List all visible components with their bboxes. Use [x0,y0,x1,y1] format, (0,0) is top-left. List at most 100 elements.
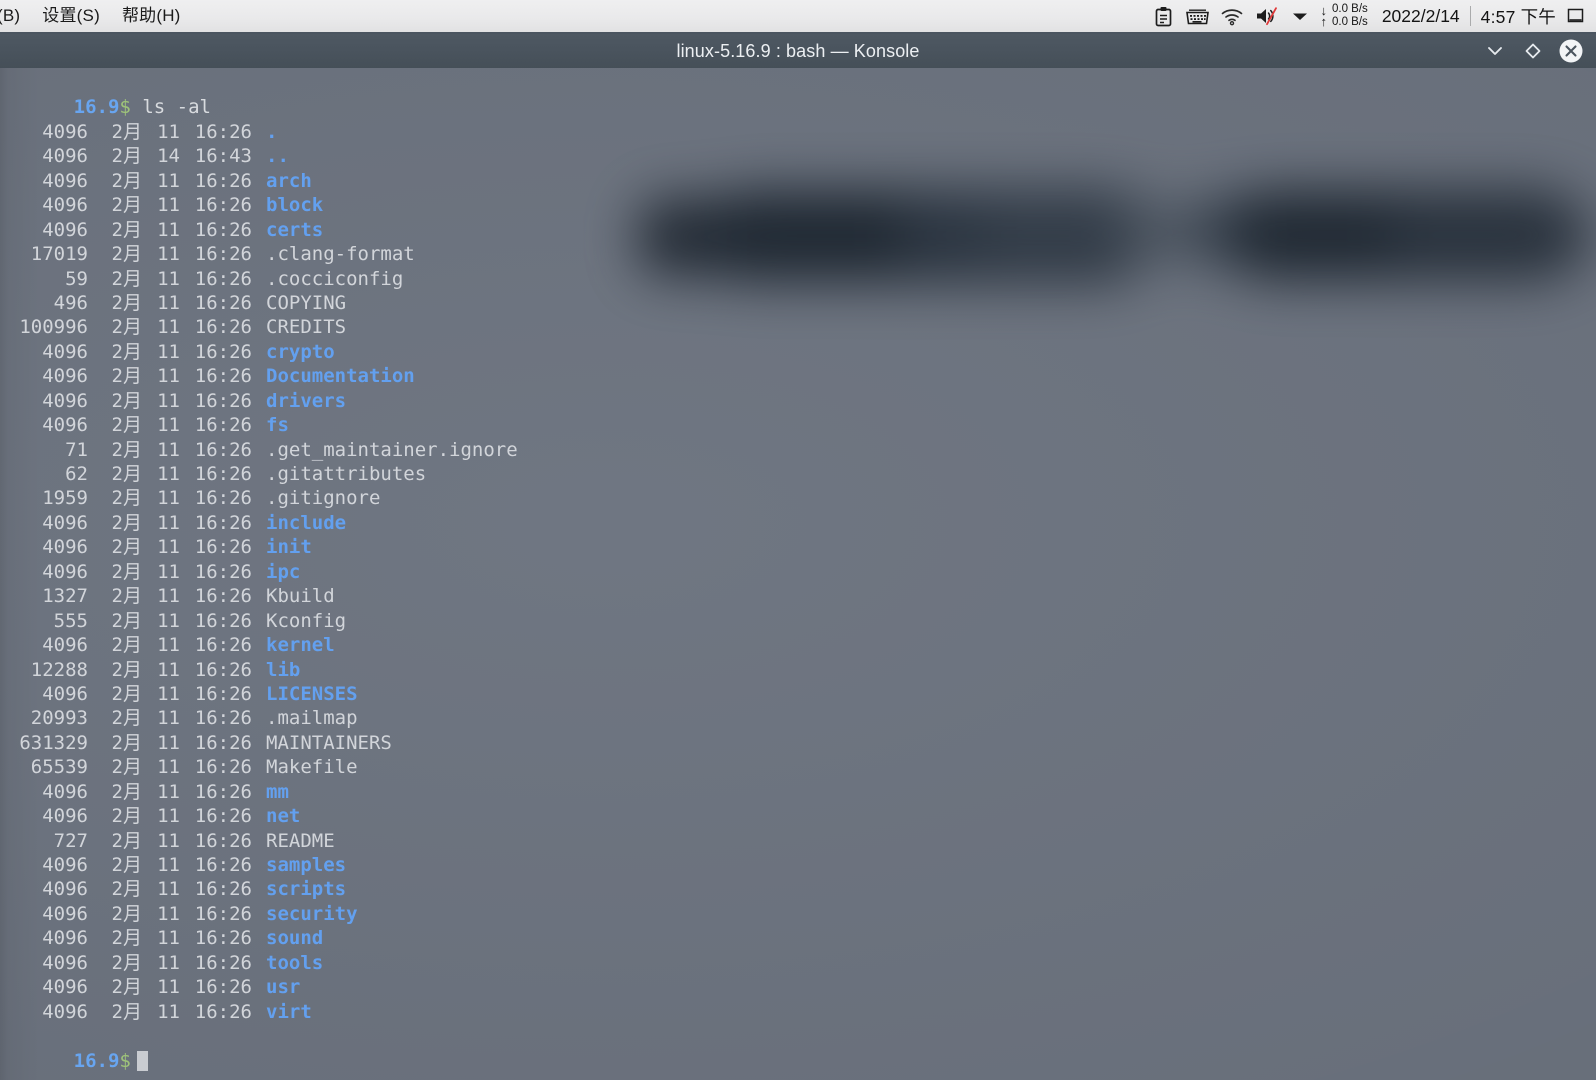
file-size: 4096 [42,927,88,950]
file-name: .clang-format [266,243,415,266]
file-time: 16:26 [194,291,252,314]
file-month: 2月 [111,267,142,290]
file-listing-row: 4096 2月 11 16:26 usr [0,975,1596,999]
file-day: 11 [157,585,180,608]
file-month: 2月 [111,487,142,510]
file-size: 4096 [42,1000,88,1023]
file-size: 4096 [42,878,88,901]
minimize-button[interactable] [1478,34,1512,68]
volume-muted-icon[interactable] [1249,0,1283,33]
file-listing-row: 4096 2月 11 16:26 init [0,535,1596,559]
file-listing-row: 4096 2月 11 16:26 kernel [0,633,1596,657]
file-listing-row: 4096 2月 11 16:26 sound [0,926,1596,950]
terminal-window[interactable]: 16.9$ ls -al 4096 2月 11 16:26. 4096 2月 14 16:43… [0,68,1596,1080]
file-month: 2月 [111,365,142,388]
directory-name: ipc [266,560,301,583]
network-speed-indicator[interactable]: ↓ ↑ 0.0 B/s 0.0 B/s [1321,3,1374,29]
file-size: 4096 [42,536,88,559]
window-titlebar[interactable]: linux-5.16.9 : bash — Konsole [0,34,1596,68]
menu-settings[interactable]: 设置(S) [31,0,111,32]
menu-bookmarks[interactable]: (B) [0,0,31,32]
typed-command: ls -al [142,96,211,119]
file-listing-row: 4096 2月 11 16:26. [0,120,1596,144]
clock-widget[interactable]: 2022/2/14 4:57 下午 [1374,4,1560,29]
file-size: 496 [53,291,88,314]
file-month: 2月 [111,829,142,852]
menu-help[interactable]: 帮助(H) [111,0,192,32]
file-size: 4096 [42,902,88,925]
file-day: 11 [157,634,180,657]
file-day: 11 [157,658,180,681]
file-time: 16:26 [194,634,252,657]
file-listing-row: 4096 2月 11 16:26 samples [0,853,1596,877]
file-month: 2月 [111,951,142,974]
file-listing-row: 20993 2月 11 16:26 .mailmap [0,706,1596,730]
file-size: 1327 [42,585,88,608]
window-controls [1478,34,1588,68]
file-day: 11 [157,169,180,192]
file-month: 2月 [111,145,142,168]
file-day: 11 [157,463,180,485]
file-time: 16:43 [194,145,252,168]
file-size: 4096 [42,805,88,828]
clipboard-icon[interactable] [1147,0,1181,33]
file-time: 16:26 [194,267,252,290]
file-time: 16:26 [194,1000,252,1023]
directory-name: usr [266,976,301,999]
directory-name: drivers [266,389,347,412]
file-listing-row: 71 2月 11 16:26 .get_maintainer.ignore [0,438,1596,462]
file-month: 2月 [111,560,142,583]
file-time: 16:26 [194,511,252,534]
file-month: 2月 [111,120,142,143]
file-month: 2月 [111,389,142,412]
file-size: 4096 [42,682,88,705]
file-size: 20993 [30,707,88,730]
file-listing-row: 1327 2月 11 16:26 Kbuild [0,584,1596,608]
file-size: 4096 [42,511,88,534]
file-size: 12288 [30,658,88,681]
file-month: 2月 [111,780,142,803]
file-time: 16:26 [194,780,252,803]
directory-name: Documentation [266,365,415,388]
file-day: 11 [157,340,180,363]
file-day: 11 [157,927,180,950]
file-day: 11 [157,487,180,510]
file-listing-row: 4096 2月 11 16:26 mm [0,780,1596,804]
file-month: 2月 [111,218,142,241]
directory-name: arch [266,169,312,192]
file-size: 727 [53,829,88,852]
file-month: 2月 [111,169,142,192]
prompt-symbol: $ [119,96,131,119]
file-time: 16:26 [194,218,252,241]
chevron-down-icon[interactable] [1283,0,1317,33]
file-day: 11 [157,731,180,754]
file-day: 11 [157,829,180,852]
file-day: 11 [157,389,180,412]
directory-name: certs [266,218,324,241]
file-month: 2月 [111,438,142,461]
file-name: .gitignore [266,487,381,510]
desktop-panel: (B) 设置(S) 帮助(H) [0,0,1596,34]
file-day: 11 [157,609,180,632]
file-time: 16:26 [194,463,252,485]
file-name: Makefile [266,756,358,779]
file-size: 65539 [30,756,88,779]
file-day: 11 [157,805,180,828]
maximize-button[interactable] [1516,34,1550,68]
wifi-icon[interactable] [1215,0,1249,33]
file-day: 11 [157,267,180,290]
file-month: 2月 [111,194,142,217]
file-time: 16:26 [194,536,252,559]
file-time: 16:26 [194,682,252,705]
keyboard-icon[interactable] [1181,0,1215,33]
show-desktop-icon[interactable] [1560,0,1590,33]
prompt-host-2: 16.9 [73,1049,120,1072]
directory-name: . [266,120,278,143]
close-button[interactable] [1554,34,1588,68]
file-listing-row: 4096 2月 11 16:26 LICENSES [0,682,1596,706]
file-month: 2月 [111,585,142,608]
file-size: 4096 [42,976,88,999]
file-listing-row: 100996 2月 11 16:26 CREDITS [0,315,1596,339]
file-size: 4096 [42,218,88,241]
